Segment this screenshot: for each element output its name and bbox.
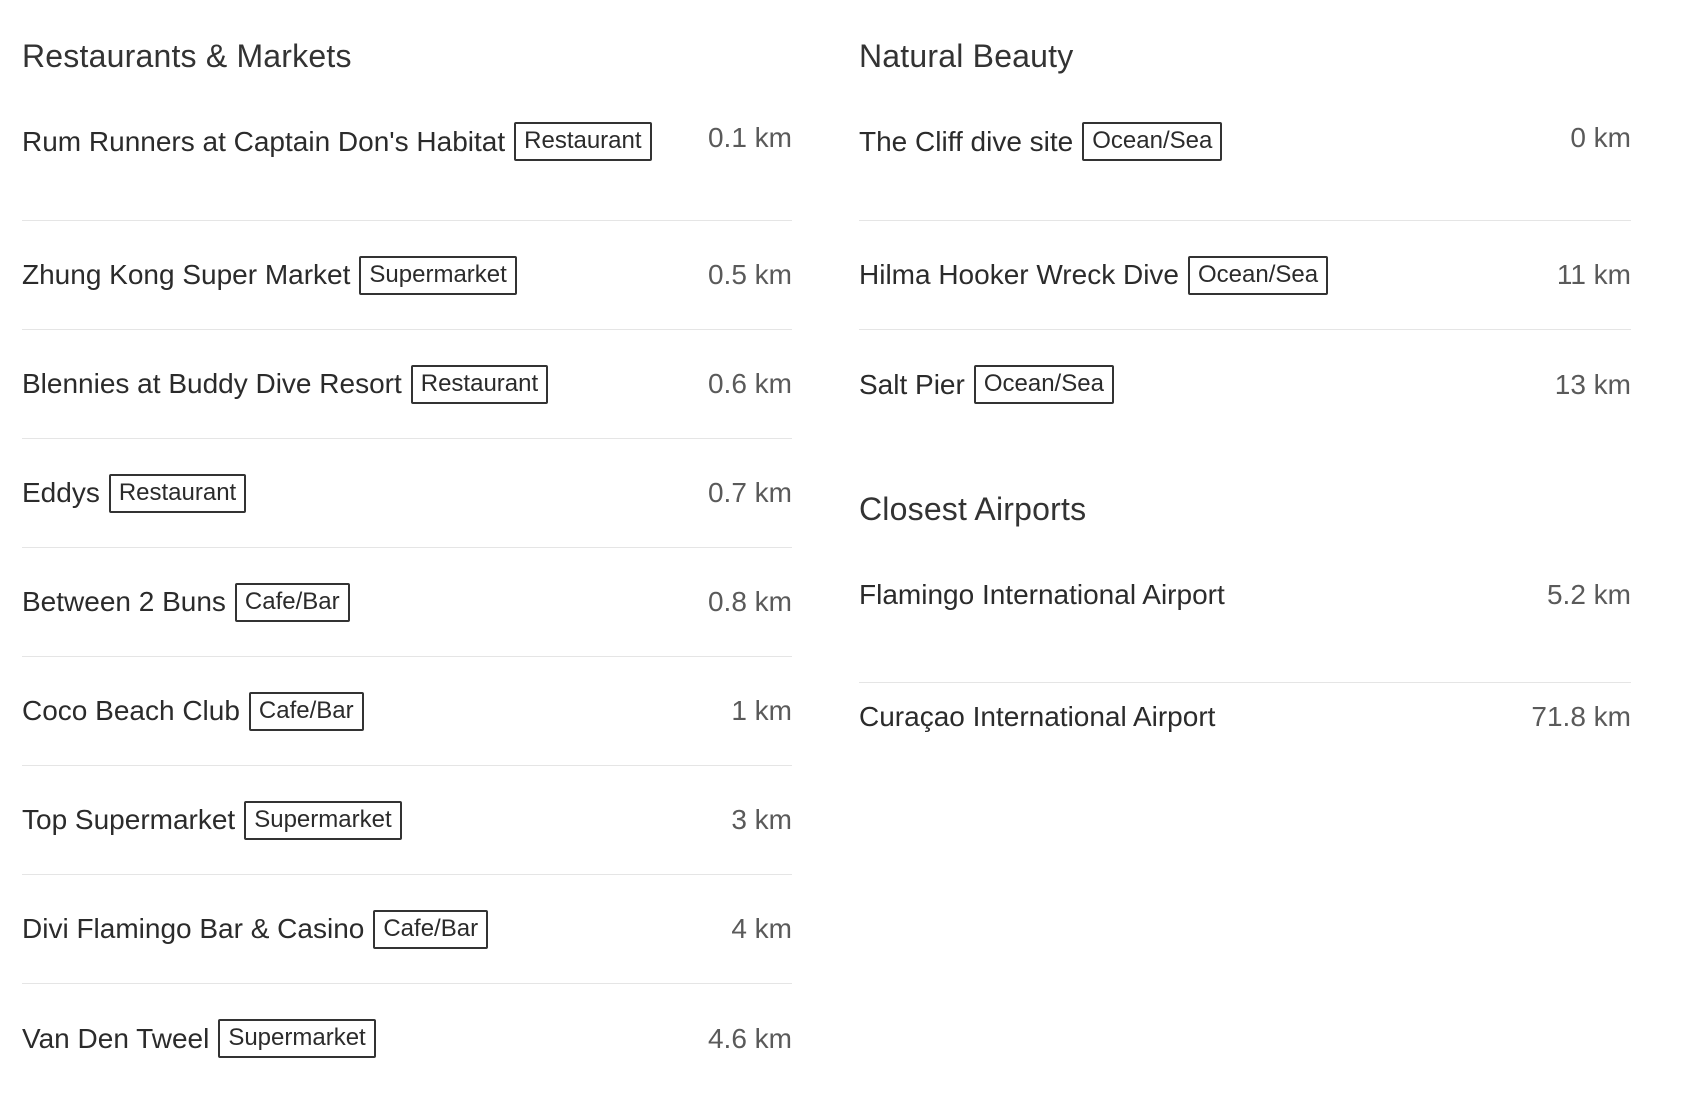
list-item: Curaçao International Airport 71.8 km [859,683,1631,791]
closest-airports-title: Closest Airports [859,491,1087,527]
list-item: Eddys Restaurant 0.7 km [22,439,792,548]
place-name: Van Den Tweel [22,1022,210,1054]
list-item: Hilma Hooker Wreck Dive Ocean/Sea 11 km [859,221,1631,330]
place-name: Divi Flamingo Bar & Casino [22,913,365,944]
category-tag: Cafe/Bar [248,691,364,731]
place-name: Eddys [22,477,100,508]
place-name: Zhung Kong Super Market [22,259,351,290]
place-name: Salt Pier [859,368,965,400]
place-name: Rum Runners at Captain Don's Habitat [22,125,506,157]
list-item: Top Supermarket Supermarket 3 km [22,766,792,875]
distance: 11 km [1556,259,1631,290]
category-tag: Ocean/Sea [1082,122,1223,161]
category-tag: Supermarket [359,255,517,295]
airport-name: Curaçao International Airport [859,701,1216,732]
category-tag: Ocean/Sea [1188,255,1329,295]
airport-name: Flamingo International Airport [859,579,1225,610]
list-item: The Cliff dive site Ocean/Sea 0 km [859,112,1631,221]
category-tag: Restaurant [108,473,247,513]
list-item: Rum Runners at Captain Don's Habitat Rest… [22,112,792,221]
category-tag: Ocean/Sea [973,365,1114,404]
restaurants-markets-column: Restaurants & Markets Rum Runners at Cap… [22,0,792,1093]
distance: 4 km [731,913,792,944]
distance: 0.1 km [707,122,792,153]
list-item: Coco Beach Club Cafe/Bar 1 km [22,657,792,766]
distance: 3 km [731,804,792,835]
distance: 0 km [1570,122,1631,153]
restaurants-markets-title: Restaurants & Markets [22,38,352,74]
distance: 5.2 km [1546,579,1631,610]
distance: 71.8 km [1531,701,1631,732]
list-item: Zhung Kong Super Market Supermarket 0.5 k… [22,221,792,330]
category-tag: Restaurant [410,364,549,404]
place-name: Hilma Hooker Wreck Dive [859,259,1179,290]
list-item: Divi Flamingo Bar & Casino Cafe/Bar 4 km [22,875,792,984]
place-name: Top Supermarket [22,804,236,835]
list-item: Flamingo International Airport 5.2 km [859,575,1631,683]
category-tag: Cafe/Bar [373,909,489,949]
natural-beauty-list: The Cliff dive site Ocean/Sea 0 km Hilma … [859,112,1631,439]
restaurants-list: Rum Runners at Captain Don's Habitat Rest… [22,112,792,1093]
category-tag: Supermarket [244,800,402,840]
distance: 1 km [731,695,792,726]
category-tag: Supermarket [218,1019,376,1058]
distance: 0.5 km [707,259,792,290]
list-item: Van Den Tweel Supermarket 4.6 km [22,984,792,1093]
list-item: Blennies at Buddy Dive Resort Restaurant … [22,330,792,439]
place-name: Coco Beach Club [22,695,240,726]
distance: 13 km [1554,368,1631,400]
place-name: Blennies at Buddy Dive Resort [22,368,402,399]
list-item: Salt Pier Ocean/Sea 13 km [859,330,1631,439]
distance: 0.7 km [707,477,792,508]
airports-list: Flamingo International Airport 5.2 km Cu… [859,575,1631,791]
category-tag: Cafe/Bar [234,582,350,622]
list-item: Between 2 Buns Cafe/Bar 0.8 km [22,548,792,657]
distance: 4.6 km [707,1022,792,1054]
natural-beauty-column: Natural Beauty The Cliff dive site Ocean/… [859,0,1631,791]
distance: 0.8 km [707,586,792,617]
distance: 0.6 km [707,368,792,399]
natural-beauty-title: Natural Beauty [859,38,1074,74]
place-name: The Cliff dive site [859,125,1074,157]
category-tag: Restaurant [514,122,652,161]
place-name: Between 2 Buns [22,586,226,617]
